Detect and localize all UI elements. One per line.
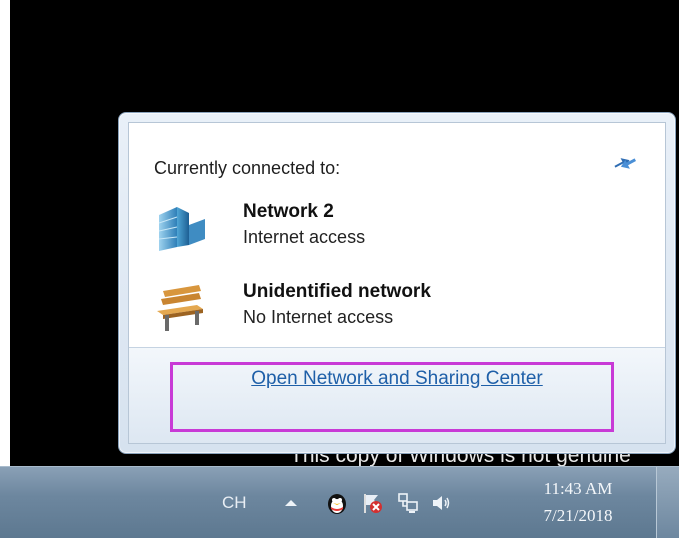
- network-flyout: Currently connected to: Network 2 Intern…: [118, 112, 676, 454]
- clock-time: 11:43 AM: [543, 479, 613, 498]
- system-clock[interactable]: 11:43 AM 7/21/2018: [528, 475, 628, 529]
- flyout-heading: Currently connected to:: [154, 158, 341, 178]
- network-status: Internet access: [243, 227, 366, 247]
- volume-icon[interactable]: [429, 467, 453, 538]
- clock-date: 7/21/2018: [543, 506, 613, 525]
- desktop-edge: [0, 0, 10, 537]
- network-item-unidentified[interactable]: Unidentified network No Internet access: [153, 281, 625, 341]
- network-status: No Internet access: [243, 307, 394, 327]
- park-bench-icon: [153, 281, 207, 335]
- language-indicator[interactable]: CH: [222, 467, 247, 538]
- network-domain-icon: [153, 201, 207, 255]
- chevron-up-icon: [285, 499, 297, 506]
- flyout-footer: Open Network and Sharing Center: [129, 347, 665, 443]
- network-name: Unidentified network: [243, 281, 431, 302]
- network-item-network-2[interactable]: Network 2 Internet access: [153, 201, 625, 261]
- action-center-flag-icon[interactable]: [360, 467, 384, 538]
- network-icon[interactable]: [396, 467, 420, 538]
- flyout-panel: Currently connected to: Network 2 Intern…: [128, 122, 666, 444]
- network-name: Network 2: [243, 201, 334, 222]
- open-network-sharing-center-link[interactable]: Open Network and Sharing Center: [129, 368, 665, 390]
- show-desktop-button[interactable]: [656, 467, 679, 538]
- qq-penguin-icon[interactable]: [325, 467, 349, 538]
- show-hidden-icons-button[interactable]: [283, 467, 299, 538]
- refresh-icon[interactable]: [611, 153, 639, 173]
- taskbar: CH 11:43 AM 7/21/2018: [0, 466, 679, 538]
